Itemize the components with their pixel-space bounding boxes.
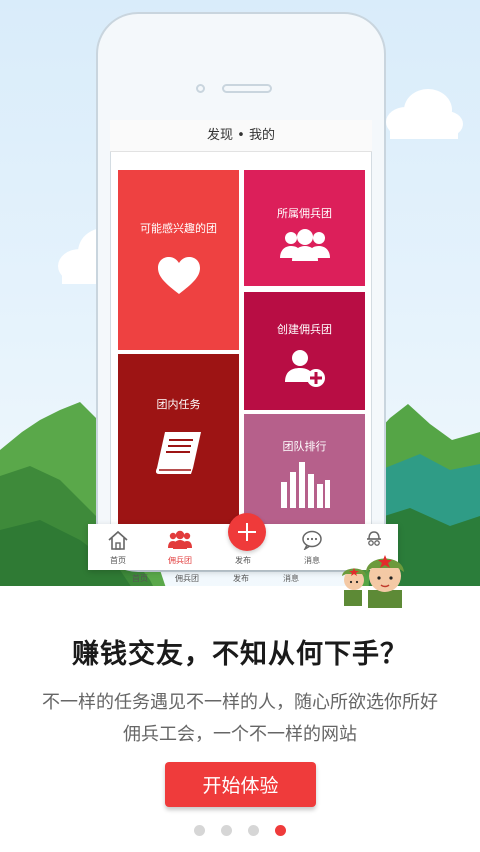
publish-fab-button[interactable]	[228, 513, 266, 551]
tile-create-group[interactable]: 创建佣兵团	[244, 292, 365, 410]
tile-team-ranking[interactable]: 团队排行	[244, 414, 365, 524]
bottom-label: 首页	[132, 574, 148, 583]
bottom-label: 佣兵团	[175, 574, 199, 583]
add-user-icon	[284, 350, 325, 387]
pager-dot[interactable]	[194, 825, 205, 836]
tile-label: 可能感兴趣的团	[140, 222, 217, 235]
tile-label: 所属佣兵团	[277, 207, 332, 220]
description-line: 佣兵工会，一个不一样的网站	[123, 724, 357, 745]
home-icon	[108, 530, 128, 550]
tile-label: 团内任务	[156, 398, 201, 411]
bottom-label: 消息	[283, 574, 299, 583]
description-line: 不一样的任务遇见不一样的人，随心所欲选你所好	[42, 692, 438, 713]
tile-my-groups[interactable]: 所属佣兵团	[244, 170, 365, 286]
screen-title: 发现 • 我的	[110, 120, 372, 152]
chat-icon	[302, 530, 322, 550]
tab-home[interactable]: 首页	[92, 524, 144, 570]
headline: 赚钱交友，不知从何下手？	[72, 639, 408, 670]
tab-messages[interactable]: 消息	[286, 524, 338, 570]
tab-label: 佣兵团	[168, 556, 192, 565]
book-icon	[155, 432, 201, 474]
phone-camera	[196, 84, 205, 93]
group-icon	[168, 530, 192, 549]
tile-label: 团队排行	[282, 440, 327, 453]
tab-label: 消息	[304, 556, 320, 565]
soldier-mascot-illustration	[342, 555, 404, 608]
plus-icon	[238, 523, 256, 541]
pager-dot[interactable]	[248, 825, 259, 836]
cloud-decoration	[386, 89, 463, 139]
ground-area	[0, 586, 480, 852]
pager-dot[interactable]	[221, 825, 232, 836]
tab-groups[interactable]: 佣兵团	[154, 524, 206, 570]
bottom-label: 发布	[233, 574, 249, 583]
tile-label: 创建佣兵团	[277, 323, 332, 336]
tile-interesting-groups[interactable]: 可能感兴趣的团	[118, 170, 239, 350]
phone-speaker	[222, 84, 272, 93]
start-experience-button[interactable]: 开始体验	[165, 762, 316, 807]
tab-label: 首页	[110, 556, 126, 565]
group-icon	[279, 229, 330, 261]
tile-group-tasks[interactable]: 团内任务	[118, 354, 239, 524]
pager-dot-active[interactable]	[275, 825, 286, 836]
heart-icon	[157, 257, 200, 294]
bar-chart-icon	[280, 462, 330, 508]
tab-label: 发布	[235, 556, 251, 565]
